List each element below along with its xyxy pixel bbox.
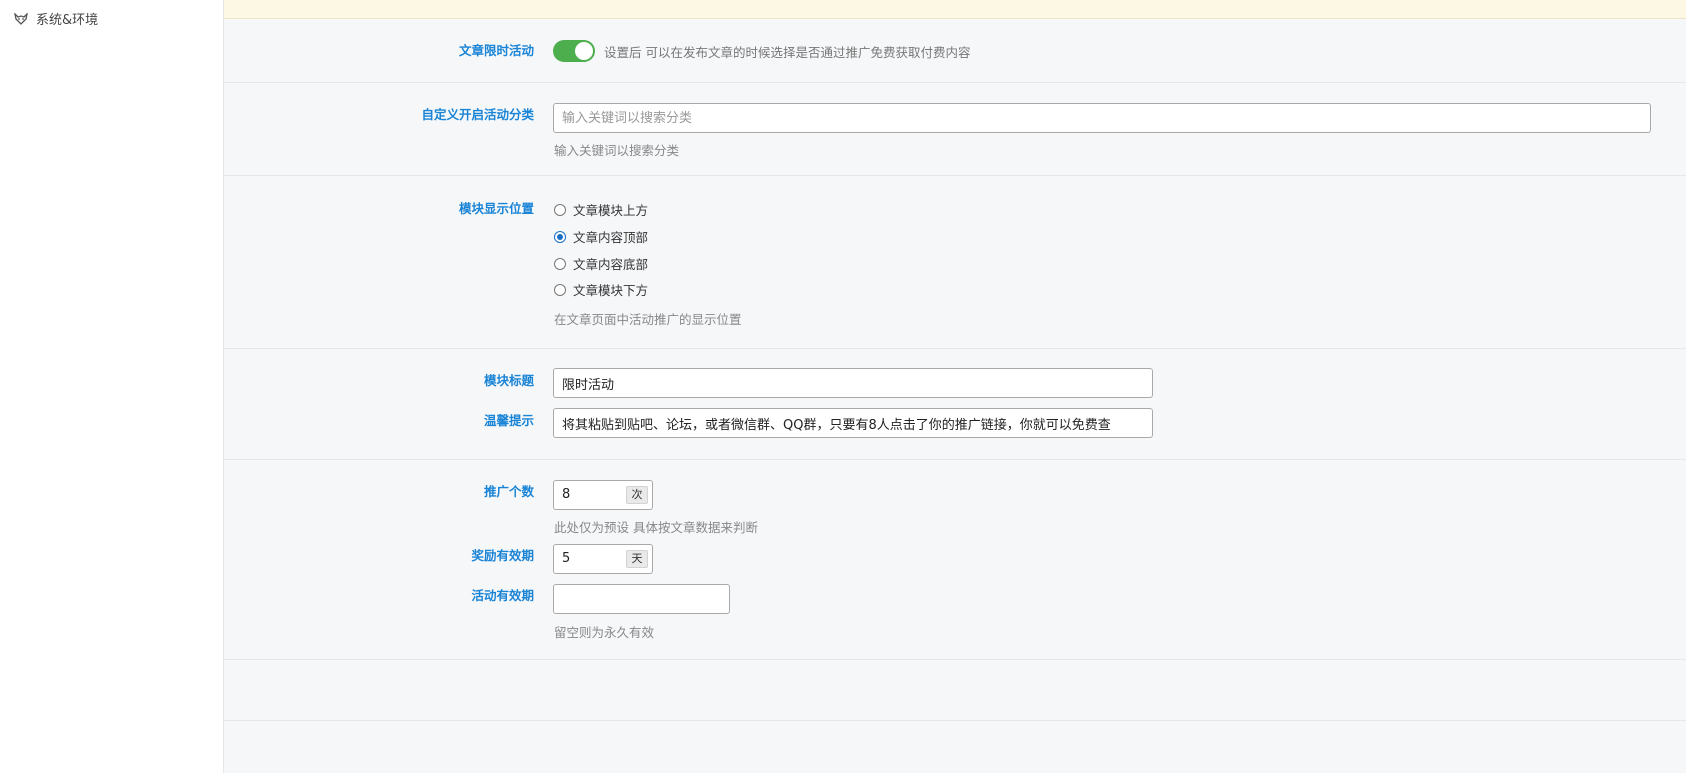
section-empty (224, 660, 1686, 721)
activity-period-input[interactable] (553, 584, 730, 614)
radio-label: 文章内容底部 (573, 257, 649, 272)
settings-panel: 文章限时活动 设置后 可以在发布文章的时候选择是否通过推广免费获取付费内容 自定… (224, 0, 1686, 773)
activity-period-help: 留空则为永久有效 (554, 625, 655, 640)
reward-period-field[interactable]: 5 天 (553, 544, 653, 574)
radio-button[interactable] (554, 257, 566, 270)
tip-label: 温馨提示 (483, 413, 534, 428)
position-label: 模块显示位置 (458, 201, 534, 216)
radio-option-below-module[interactable]: 文章模块下方 (554, 280, 648, 299)
reward-period-value: 5 (562, 551, 571, 566)
tip-input[interactable] (553, 408, 1153, 438)
section-module: 模块标题 温馨提示 (224, 349, 1686, 460)
section-position: 模块显示位置 文章模块上方 文章内容顶部 文章内容底部 文章模块下方 在文章页面… (224, 176, 1686, 349)
limit-activity-toggle[interactable] (553, 40, 595, 62)
position-help: 在文章页面中活动推广的显示位置 (554, 312, 742, 327)
sidebar: 系统&环境 (0, 0, 224, 773)
reward-period-label: 奖励有效期 (471, 548, 534, 563)
fox-logo-icon (14, 12, 28, 25)
limit-activity-description: 设置后 可以在发布文章的时候选择是否通过推广免费获取付费内容 (604, 45, 971, 60)
limit-activity-label: 文章限时活动 (458, 43, 534, 58)
radio-button[interactable] (554, 283, 566, 296)
promo-count-help: 此处仅为预设 具体按文章数据来判断 (554, 520, 758, 535)
category-search-input[interactable] (553, 103, 1651, 133)
reward-period-unit: 天 (626, 550, 648, 568)
sidebar-item-label: 系统&环境 (36, 13, 99, 28)
radio-label: 文章内容顶部 (573, 230, 649, 245)
promo-count-value: 8 (562, 487, 571, 502)
toggle-knob (575, 42, 593, 60)
radio-option-content-bottom[interactable]: 文章内容底部 (554, 254, 648, 273)
radio-button[interactable] (554, 203, 566, 216)
radio-option-above-module[interactable]: 文章模块上方 (554, 200, 648, 219)
sidebar-item-system-env[interactable]: 系统&环境 (14, 9, 98, 28)
module-title-input[interactable] (553, 368, 1153, 398)
activity-period-label: 活动有效期 (471, 588, 534, 603)
category-help: 输入关键词以搜索分类 (554, 143, 680, 158)
section-promotion: 推广个数 8 次 此处仅为预设 具体按文章数据来判断 奖励有效期 5 天 活动有… (224, 460, 1686, 660)
radio-label: 文章模块下方 (573, 283, 649, 298)
radio-label: 文章模块上方 (573, 203, 649, 218)
category-label: 自定义开启活动分类 (421, 107, 534, 122)
promo-count-unit: 次 (626, 486, 648, 504)
module-title-label: 模块标题 (483, 373, 534, 388)
notice-bar (224, 0, 1686, 19)
promo-count-field[interactable]: 8 次 (553, 480, 653, 510)
section-category: 自定义开启活动分类 输入关键词以搜索分类 (224, 83, 1686, 176)
promo-count-label: 推广个数 (483, 484, 534, 499)
section-limit-activity: 文章限时活动 设置后 可以在发布文章的时候选择是否通过推广免费获取付费内容 (224, 20, 1686, 83)
radio-button[interactable] (554, 230, 566, 243)
radio-option-content-top[interactable]: 文章内容顶部 (554, 227, 648, 246)
